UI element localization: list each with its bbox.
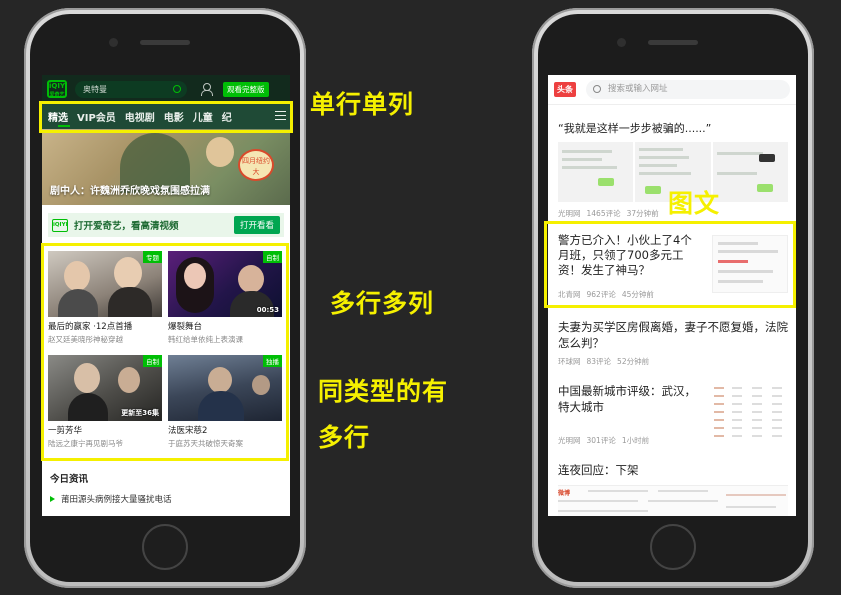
- article-source: 环球网: [558, 357, 581, 366]
- iqiyi-logo-small: iQIYI: [52, 218, 68, 232]
- promo-text: 打开爱奇艺，看高清视频: [74, 221, 179, 232]
- news-item-text: 莆田源头病例接大量骚扰电话: [61, 495, 172, 505]
- article-preview-strip: 微博: [558, 485, 788, 516]
- article-image: [712, 142, 788, 202]
- highlight-image-text: [544, 221, 796, 308]
- news-item[interactable]: 莆田源头病例接大量骚扰电话: [50, 493, 172, 505]
- article-title: 中国最新城市评级：武汉，特大城市: [558, 384, 696, 414]
- user-icon[interactable]: [201, 83, 213, 96]
- home-button[interactable]: [142, 524, 188, 570]
- annotation-multi-line: 多行: [318, 423, 371, 452]
- article-time: 1小时前: [621, 436, 650, 445]
- article-item[interactable]: 连夜回应：下架: [558, 463, 788, 478]
- search-input[interactable]: 搜索或输入网址: [586, 80, 790, 99]
- article-source: 光明网: [558, 436, 581, 445]
- news-heading: 今日资讯: [50, 474, 89, 485]
- annotation-single-row: 单行单列: [310, 90, 415, 119]
- article-title: 夫妻为买学区房假离婚，妻子不愿复婚，法院怎么判？: [558, 320, 788, 350]
- banner-badge: 四月纽约大: [238, 149, 274, 181]
- annotation-same-type: 同类型的有: [318, 377, 449, 406]
- article-item[interactable]: 中国最新城市评级：武汉，特大城市 光明网 301评论 1小时前: [558, 383, 788, 453]
- weibo-label: 微博: [558, 490, 571, 497]
- search-placeholder: 搜索或输入网址: [608, 84, 668, 94]
- article-comments: 1465评论: [586, 209, 621, 218]
- article-source: 光明网: [558, 209, 581, 218]
- article-image: [558, 142, 634, 202]
- article-item[interactable]: 夫妻为买学区房假离婚，妻子不愿复婚，法院怎么判？ 环球网 83评论 52分钟前: [558, 319, 788, 367]
- article-meta: 光明网 301评论 1小时前: [558, 435, 655, 446]
- open-app-button[interactable]: 打开看看: [233, 216, 280, 234]
- article-title: 连夜回应：下架: [558, 463, 639, 477]
- phone-speaker: [648, 40, 698, 45]
- search-icon[interactable]: [173, 84, 181, 93]
- front-camera: [617, 38, 626, 47]
- article-meta: 环球网 83评论 52分钟前: [558, 356, 788, 367]
- iqiyi-logo[interactable]: iQIYI 爱奇艺: [47, 80, 68, 98]
- watch-full-button[interactable]: 观看完整版: [223, 81, 269, 97]
- toutiao-logo[interactable]: 头条: [554, 82, 576, 97]
- phone-speaker: [140, 40, 190, 45]
- article-time: 52分钟前: [617, 357, 650, 366]
- article-comments: 83评论: [586, 357, 612, 366]
- article-title: “我就是这样一步步被骗的......”: [558, 122, 712, 135]
- front-camera: [109, 38, 118, 47]
- highlight-single-row: [39, 101, 293, 133]
- article-comments: 301评论: [586, 436, 616, 445]
- open-app-promo: iQIYI 打开爱奇艺，看高清视频 打开看看: [48, 213, 284, 237]
- banner-caption: 剧中人：许魏洲乔欣晚戏氛围感拉满: [50, 186, 210, 197]
- search-icon: [593, 85, 601, 93]
- annotation-multi-grid: 多行多列: [330, 289, 435, 318]
- banner-figure: [206, 137, 234, 167]
- hero-banner[interactable]: 四月纽约大 剧中人：许魏洲乔欣晚戏氛围感拉满: [42, 129, 290, 205]
- search-box[interactable]: 奥特曼: [75, 80, 187, 98]
- toutiao-top-bar: 头条 搜索或输入网址: [548, 75, 796, 105]
- search-text: 奥特曼: [83, 84, 107, 94]
- home-button[interactable]: [650, 524, 696, 570]
- annotation-image-text: 图文: [668, 189, 721, 218]
- play-icon: [50, 496, 55, 502]
- article-thumbnail: [712, 383, 788, 445]
- iqiyi-top-bar: iQIYI 爱奇艺 奥特曼 观看完整版: [42, 75, 290, 103]
- article-time: 37分钟前: [626, 209, 659, 218]
- highlight-grid: [41, 243, 289, 461]
